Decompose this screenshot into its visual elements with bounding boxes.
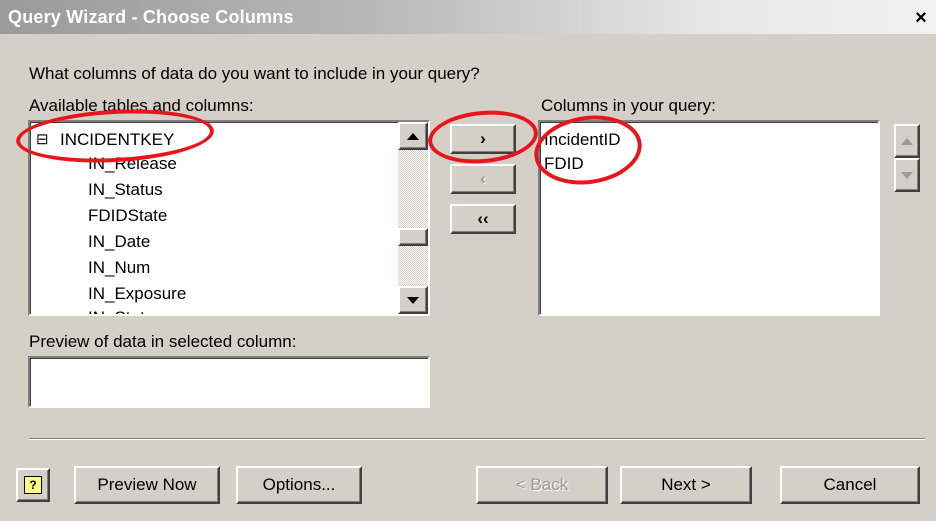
column-item[interactable]: IN_Num [88, 258, 150, 278]
column-item[interactable]: IN_Exposure [88, 284, 186, 304]
footer-divider [29, 438, 925, 440]
scroll-thumb[interactable] [398, 228, 428, 246]
down-arrow-icon [901, 171, 913, 179]
collapse-tree-icon[interactable]: ⊟ [36, 132, 49, 147]
available-columns-list[interactable]: ⊟ INCIDENTKEY IN_Release IN_Status FDIDS… [28, 120, 430, 316]
preview-label: Preview of data in selected column: [29, 332, 297, 351]
down-arrow-icon [407, 296, 419, 304]
column-item[interactable]: IN_Release [88, 154, 177, 174]
query-columns-list[interactable]: IncidentID FDID [538, 120, 880, 316]
column-item[interactable]: IN_Date [88, 232, 150, 252]
help-icon: ? [24, 476, 42, 494]
title-bar: Query Wizard - Choose Columns [0, 0, 936, 34]
query-column-item[interactable]: IncidentID [544, 130, 621, 150]
available-columns-label: Available tables and columns: [29, 96, 254, 115]
cancel-button[interactable]: Cancel [780, 466, 920, 504]
options-button[interactable]: Options... [236, 466, 362, 504]
help-button[interactable]: ? [16, 468, 50, 502]
scroll-up-button[interactable] [398, 122, 428, 150]
remove-column-button[interactable]: ‹ [450, 164, 516, 194]
next-button[interactable]: Next > [620, 466, 752, 504]
remove-all-columns-button[interactable]: ‹‹ [450, 204, 516, 234]
query-columns-label: Columns in your query: [541, 96, 716, 115]
preview-now-button[interactable]: Preview Now [74, 466, 220, 504]
scroll-down-button[interactable] [398, 286, 428, 314]
column-item[interactable]: FDIDState [88, 206, 167, 226]
window-title: Query Wizard - Choose Columns [8, 6, 294, 27]
wizard-prompt: What columns of data do you want to incl… [29, 64, 480, 83]
query-column-item[interactable]: FDID [544, 154, 584, 174]
add-column-button[interactable]: › [450, 124, 516, 154]
back-button[interactable]: < Back [476, 466, 608, 504]
up-arrow-icon [407, 132, 419, 140]
column-item[interactable]: IN_Status [88, 180, 163, 200]
close-icon[interactable]: × [912, 8, 930, 28]
move-up-button[interactable] [894, 124, 920, 158]
preview-field[interactable] [28, 356, 430, 408]
move-down-button[interactable] [894, 158, 920, 192]
column-item[interactable]: IN_Status [88, 308, 163, 314]
up-arrow-icon [901, 137, 913, 145]
table-node-incidentkey[interactable]: INCIDENTKEY [60, 130, 174, 150]
